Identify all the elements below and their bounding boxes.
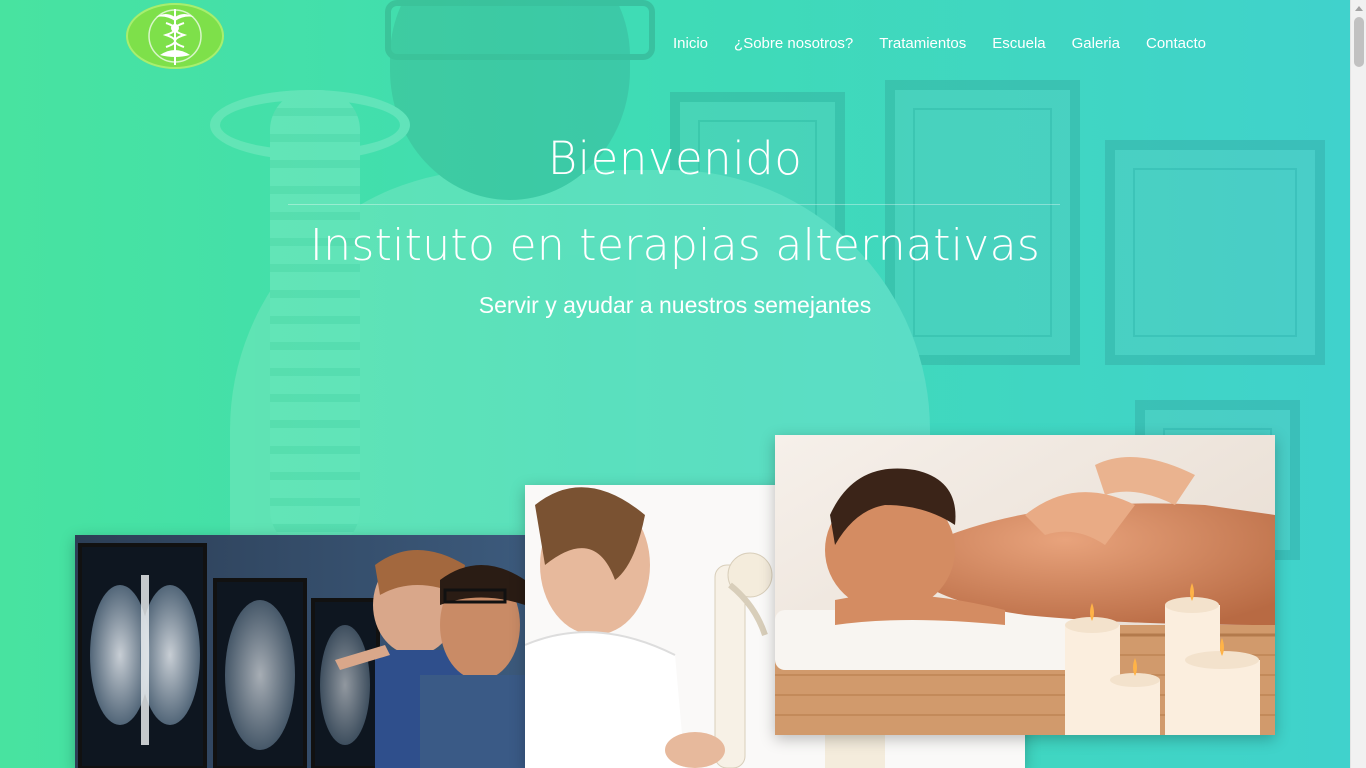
xray-doctors-photo bbox=[75, 535, 525, 768]
nav-escuela[interactable]: Escuela bbox=[992, 34, 1045, 54]
gallery-photo-xray[interactable] bbox=[75, 535, 525, 768]
institute-title: Instituto en terapias alternativas bbox=[309, 220, 1041, 271]
caduceus-meditation-logo-icon bbox=[148, 9, 202, 65]
site-logo[interactable] bbox=[126, 3, 224, 69]
welcome-heading: Bienvenido bbox=[547, 132, 803, 185]
gallery-photo-massage[interactable] bbox=[775, 435, 1275, 735]
massage-therapy-photo bbox=[775, 435, 1275, 735]
institute-subtitle: Servir y ayudar a nuestros semejantes bbox=[478, 292, 872, 318]
scroll-up-arrow-icon[interactable] bbox=[1351, 0, 1366, 16]
scrollbar-thumb[interactable] bbox=[1354, 17, 1364, 67]
main-nav: Inicio ¿Sobre nosotros? Tratamientos Esc… bbox=[660, 34, 1219, 54]
nav-tratamientos[interactable]: Tratamientos bbox=[879, 34, 966, 54]
nav-inicio[interactable]: Inicio bbox=[673, 34, 708, 54]
heading-divider bbox=[288, 204, 1060, 205]
nav-sobre-nosotros[interactable]: ¿Sobre nosotros? bbox=[734, 34, 853, 54]
nav-galeria[interactable]: Galeria bbox=[1072, 34, 1120, 54]
page-scrollbar[interactable] bbox=[1350, 0, 1366, 768]
nav-contacto[interactable]: Contacto bbox=[1146, 34, 1206, 54]
